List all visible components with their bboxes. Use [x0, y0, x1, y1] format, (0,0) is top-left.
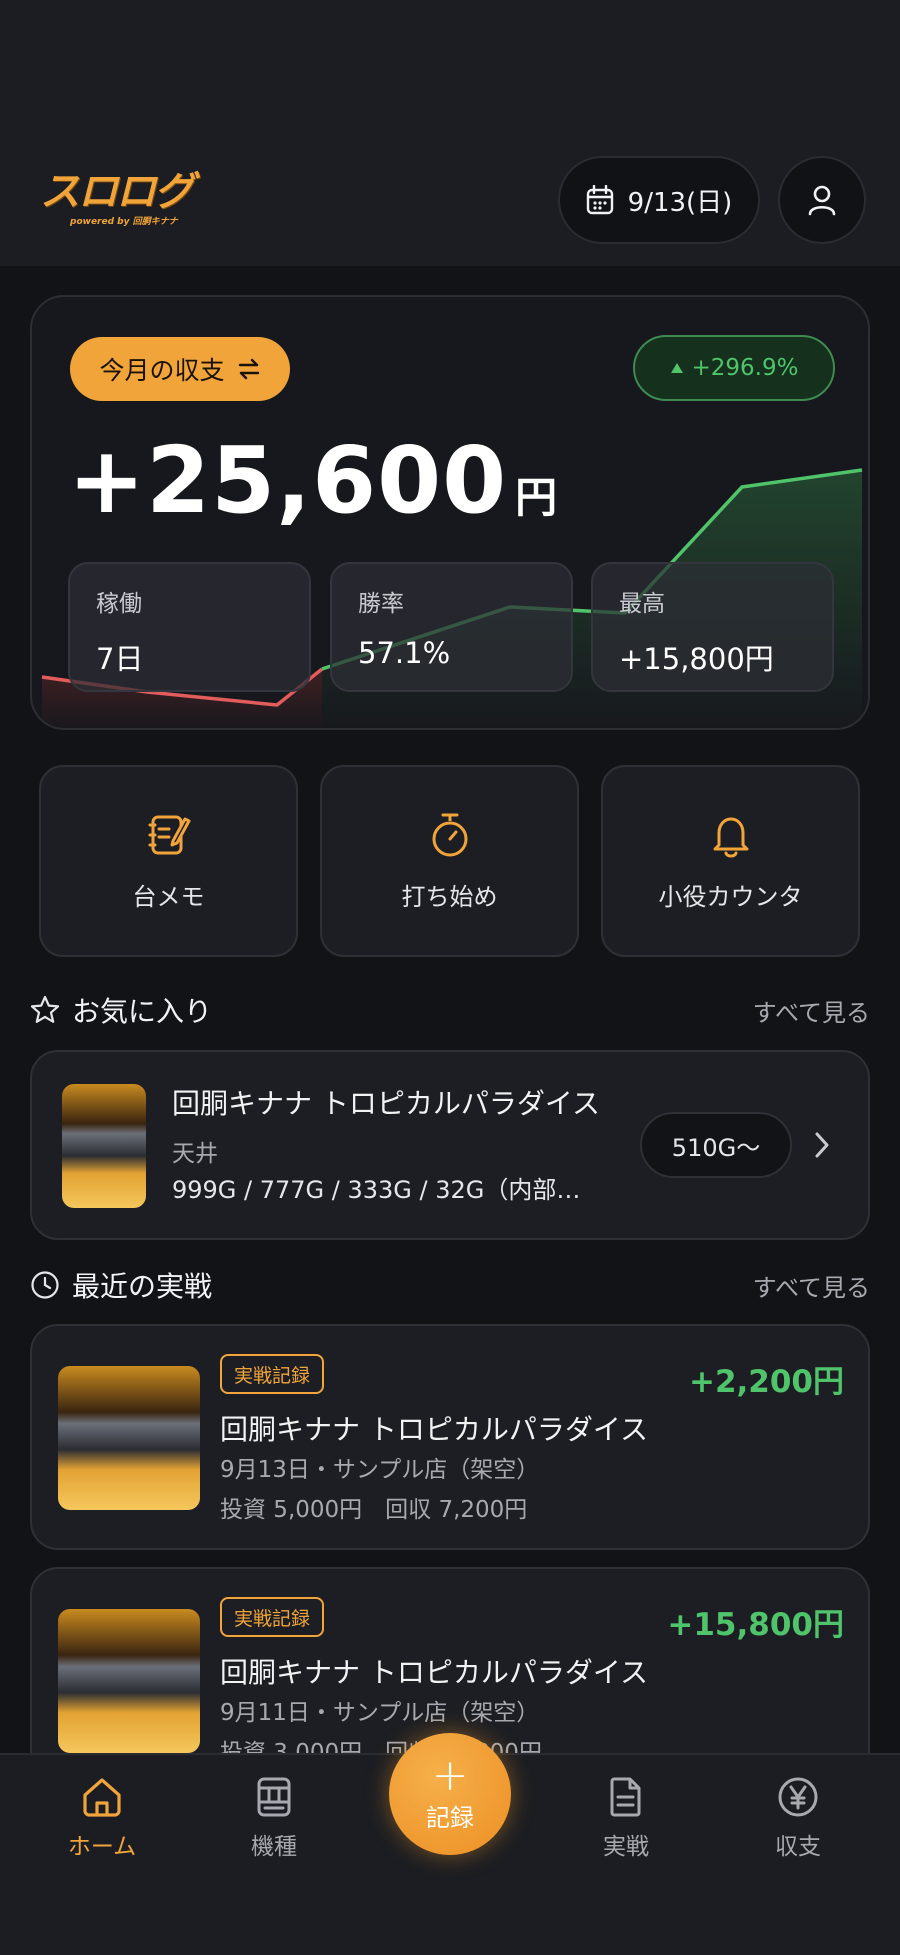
tab-machines[interactable]: 機種: [214, 1775, 334, 1875]
plus-icon: +: [431, 1749, 469, 1801]
quick-action-label: 台メモ: [132, 882, 205, 911]
tab-label: 収支: [775, 1834, 821, 1860]
tab-label: 実戦: [603, 1834, 649, 1860]
machine-sub-label: 天井: [172, 1141, 218, 1167]
home-icon: [83, 1778, 121, 1817]
session-machine-name: 回胴キナナ トロピカルパラダイス: [220, 1413, 649, 1446]
top-bar: スロログ powered by 回胴キナナ 9/13(日): [0, 0, 900, 266]
recent-header: 最近の実戦 すべて見る: [30, 1263, 870, 1307]
date-selector-button[interactable]: 9/13(日): [558, 156, 760, 244]
favorite-machine-card[interactable]: 回胴キナナ トロピカルパラダイス 天井 999G / 777G / 333G /…: [30, 1050, 870, 1240]
recent-see-all-link[interactable]: すべて見る: [753, 1268, 870, 1303]
game-count-badge: 510G〜: [640, 1112, 792, 1178]
amount-value: +25,600: [68, 427, 508, 534]
recent-session-card[interactable]: 実戦記録 +2,200円 回胴キナナ トロピカルパラダイス 9月13日・サンプル…: [30, 1324, 870, 1550]
record-fab-button[interactable]: + 記録: [389, 1733, 511, 1855]
stat-days: 稼働 7日: [68, 562, 311, 692]
machine-name: 回胴キナナ トロピカルパラダイス: [172, 1087, 601, 1120]
stopwatch-icon: [432, 813, 467, 856]
profile-button[interactable]: [778, 156, 866, 244]
stat-label: 最高: [619, 591, 665, 617]
stat-win-rate: 勝率 57.1%: [330, 562, 573, 692]
quick-action-label: 打ち始め: [401, 882, 498, 911]
document-icon: [610, 1777, 641, 1817]
record-badge: 実戦記録: [220, 1597, 325, 1637]
machine-thumbnail: [58, 1609, 200, 1753]
chevron-right-icon: [815, 1132, 829, 1158]
favorites-header: お気に入り すべて見る: [30, 988, 870, 1032]
monthly-summary-card: 今月の収支 +296.9% +25,600 円 稼働 7日 勝率 57.1% 最…: [30, 295, 870, 730]
session-investment: 投資 5,000円 回収 7,200円: [220, 1497, 528, 1523]
bell-icon: [713, 817, 748, 857]
app-logo: スロログ powered by 回胴キナナ: [40, 172, 210, 232]
tab-balance[interactable]: 収支: [738, 1775, 858, 1875]
record-badge: 実戦記録: [220, 1354, 325, 1394]
quick-action-start[interactable]: 打ち始め: [320, 765, 579, 957]
quick-action-label: 小役カウンタ: [658, 882, 803, 911]
tab-label: ホーム: [67, 1834, 137, 1860]
quick-action-memo[interactable]: 台メモ: [39, 765, 298, 957]
machine-thumbnail: [62, 1084, 146, 1208]
session-profit: +15,800円: [667, 1607, 844, 1643]
tab-sessions[interactable]: 実戦: [566, 1775, 686, 1875]
period-label: 今月の収支: [99, 356, 225, 385]
memo-pencil-icon: [148, 815, 190, 854]
stat-value: 57.1%: [358, 636, 451, 670]
tab-label: 機種: [251, 1834, 297, 1860]
stat-best: 最高 +15,800円: [591, 562, 834, 692]
swap-arrows-icon: [238, 358, 259, 380]
favorites-title: お気に入り: [72, 995, 213, 1028]
logo-text: スロログ: [40, 169, 194, 215]
calendar-icon: [586, 185, 613, 215]
amount-unit: 円: [515, 473, 558, 522]
user-icon: [808, 185, 836, 216]
growth-badge: +296.9%: [633, 335, 835, 401]
star-icon: [30, 995, 60, 1023]
slot-machine-icon: [257, 1777, 291, 1817]
session-date-store: 9月11日・サンプル店（架空）: [220, 1700, 540, 1726]
stat-value: 7日: [96, 642, 144, 676]
fab-label: 記録: [426, 1803, 474, 1832]
date-label: 9/13(日): [627, 187, 733, 218]
triangle-up-icon: [670, 363, 683, 373]
clock-icon: [31, 1271, 59, 1299]
session-date-store: 9月13日・サンプル店（架空）: [220, 1457, 540, 1483]
recent-title: 最近の実戦: [72, 1270, 213, 1303]
yen-circle-icon: [778, 1777, 818, 1817]
stat-label: 勝率: [358, 591, 404, 617]
machine-thumbnail: [58, 1366, 200, 1510]
session-profit: +2,200円: [688, 1364, 844, 1400]
logo-subtext: powered by 回胴キナナ: [70, 217, 178, 227]
stat-label: 稼働: [96, 591, 142, 617]
ceiling-values: 999G / 777G / 333G / 32G（内部…: [172, 1176, 581, 1204]
monthly-amount: +25,600 円: [68, 427, 557, 534]
favorites-see-all-link[interactable]: すべて見る: [753, 993, 870, 1028]
period-toggle-button[interactable]: 今月の収支: [70, 337, 290, 401]
quick-action-counter[interactable]: 小役カウンタ: [601, 765, 860, 957]
tab-home[interactable]: ホーム: [42, 1775, 162, 1875]
session-machine-name: 回胴キナナ トロピカルパラダイス: [220, 1656, 649, 1689]
growth-value: +296.9%: [691, 355, 799, 381]
stat-value: +15,800円: [619, 642, 774, 676]
